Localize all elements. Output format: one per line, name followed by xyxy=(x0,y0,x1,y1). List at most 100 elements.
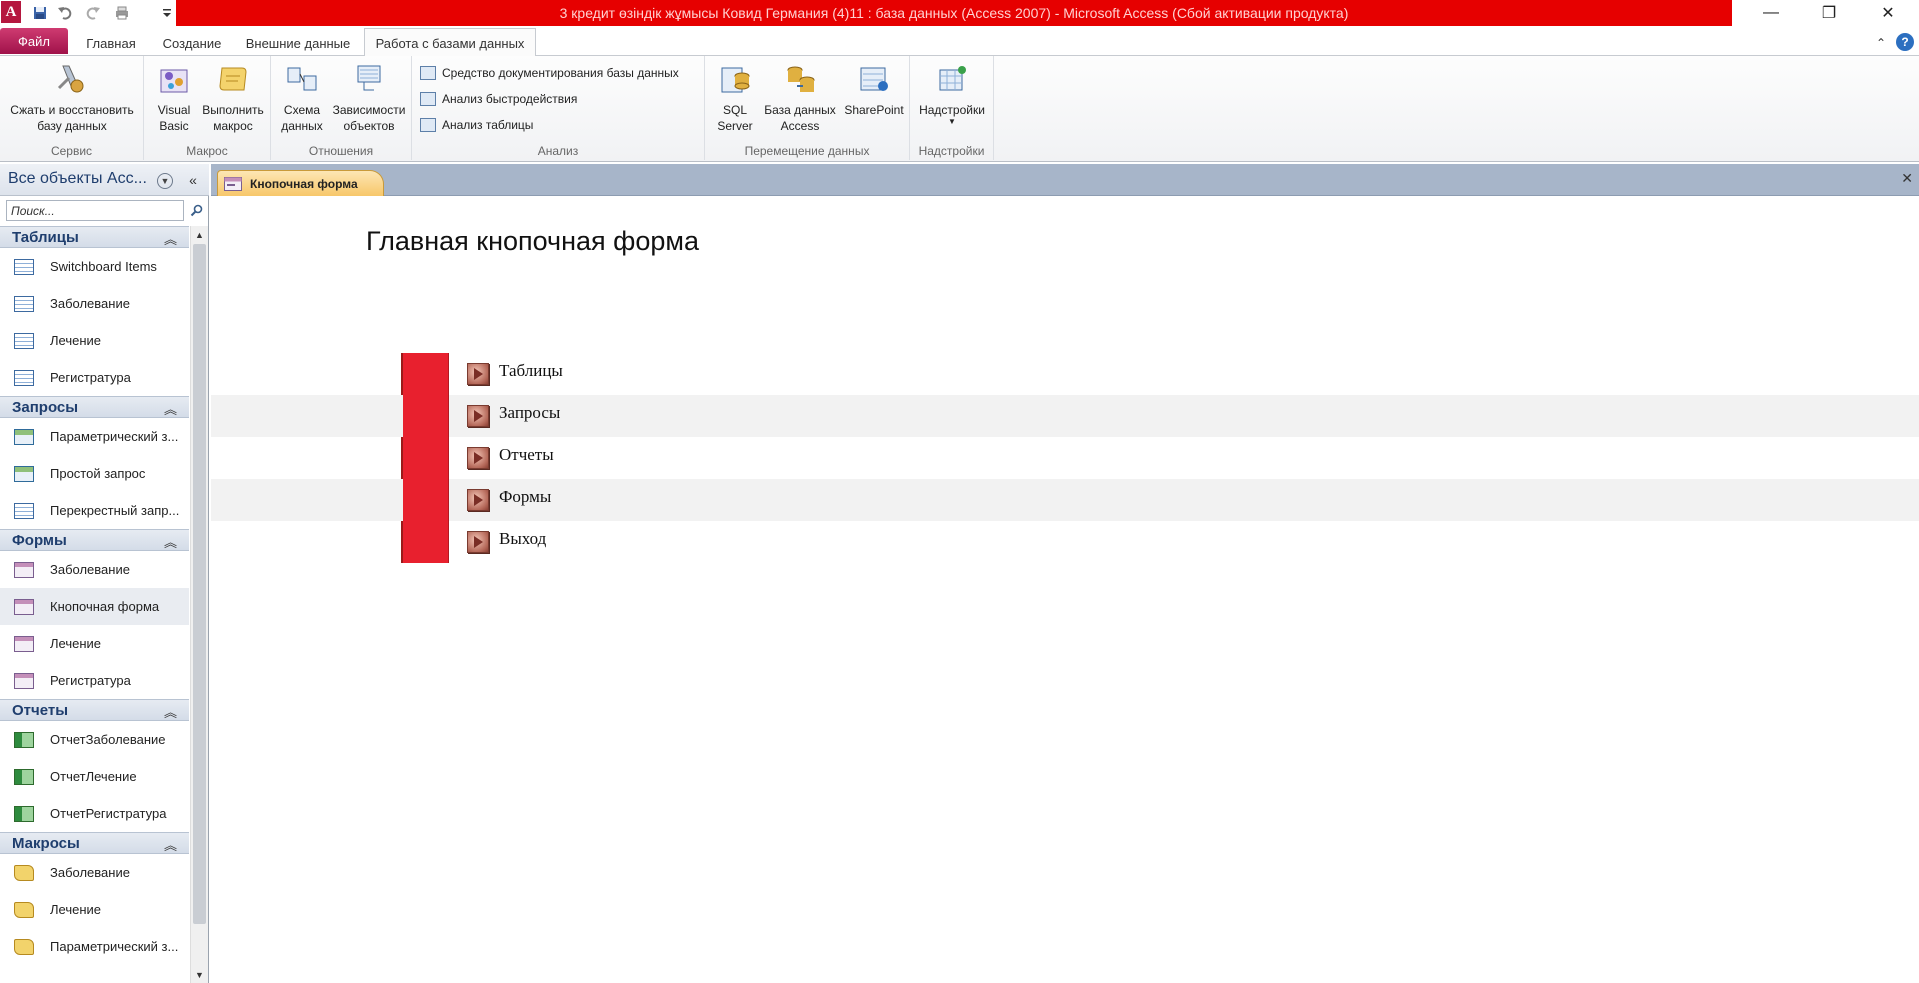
switchboard-button[interactable] xyxy=(467,531,489,553)
access-db-label: База данных Access xyxy=(764,103,836,133)
scroll-thumb[interactable] xyxy=(193,244,206,924)
switchboard-label[interactable]: Формы xyxy=(499,487,551,507)
minimize-ribbon-icon[interactable]: ⌃ xyxy=(1872,30,1890,56)
performance-label: Анализ быстродействия xyxy=(442,92,578,106)
nav-item-label: Простой запрос xyxy=(50,466,146,481)
tab-external-data[interactable]: Внешние данные xyxy=(240,30,356,56)
nav-item-query[interactable]: Простой запрос xyxy=(0,455,189,492)
nav-item-label: ОтчетЛечение xyxy=(50,769,137,784)
save-icon[interactable] xyxy=(30,2,50,24)
print-icon[interactable] xyxy=(110,2,134,24)
nav-item-query[interactable]: Параметрический з... xyxy=(0,418,189,455)
nav-menu-dropdown-icon[interactable]: ▼ xyxy=(157,173,173,189)
switchboard-row: Формы xyxy=(211,479,1919,521)
nav-item-macro[interactable]: Заболевание xyxy=(0,854,189,891)
customize-icon[interactable] xyxy=(160,2,174,24)
access-db-button[interactable]: База данных Access xyxy=(759,62,841,134)
switchboard-row: Запросы xyxy=(211,395,1919,437)
switchboard-label[interactable]: Выход xyxy=(499,529,546,549)
chevron-up-icon[interactable]: ︽ xyxy=(164,399,177,418)
nav-item-report[interactable]: ОтчетЛечение xyxy=(0,758,189,795)
switchboard-label[interactable]: Отчеты xyxy=(499,445,554,465)
chevron-up-icon[interactable]: ︽ xyxy=(164,835,177,854)
nav-item-form[interactable]: Регистратура xyxy=(0,662,189,699)
nav-collapse-icon[interactable]: « xyxy=(184,170,202,190)
access-app-icon[interactable]: A xyxy=(1,1,21,23)
nav-item-report[interactable]: ОтчетЗаболевание xyxy=(0,721,189,758)
nav-group-tables[interactable]: Таблицы ︽ xyxy=(0,226,189,248)
performance-button[interactable]: Анализ быстродействия xyxy=(420,89,577,109)
undo-icon[interactable] xyxy=(52,2,78,24)
nav-scrollbar[interactable]: ▲ ▼ xyxy=(190,226,208,983)
redo-icon[interactable] xyxy=(80,2,106,24)
tab-home[interactable]: Главная xyxy=(76,30,146,56)
nav-item-label: Лечение xyxy=(50,636,102,651)
switchboard-button[interactable] xyxy=(467,447,489,469)
switchboard-label[interactable]: Таблицы xyxy=(499,361,563,381)
close-document-icon[interactable]: ✕ xyxy=(1901,170,1913,187)
dependencies-icon xyxy=(352,62,386,96)
minimize-button[interactable]: — xyxy=(1748,0,1794,26)
nav-group-reports[interactable]: Отчеты ︽ xyxy=(0,699,189,721)
switchboard-button[interactable] xyxy=(467,489,489,511)
tab-file[interactable]: Файл xyxy=(0,28,68,54)
nav-item-label: Регистратура xyxy=(50,673,131,688)
addins-dropdown-icon: ▼ xyxy=(948,117,956,126)
nav-item-macro[interactable]: Параметрический з... xyxy=(0,928,189,965)
crosstab-query-icon xyxy=(14,502,34,519)
group-macro-label: Макрос xyxy=(186,144,228,158)
close-button[interactable]: ✕ xyxy=(1865,0,1911,26)
restore-button[interactable]: ❐ xyxy=(1806,0,1852,26)
scroll-up-icon[interactable]: ▲ xyxy=(191,226,208,243)
switchboard-button[interactable] xyxy=(467,363,489,385)
sql-server-button[interactable]: SQL Server xyxy=(713,62,757,134)
search-icon[interactable] xyxy=(186,200,206,221)
switchboard-row: Выход xyxy=(211,521,1919,563)
group-service: Сжать и восстановить базу данных Сервис xyxy=(0,56,144,160)
nav-group-forms[interactable]: Формы ︽ xyxy=(0,529,189,551)
help-icon[interactable]: ? xyxy=(1896,33,1914,51)
analyze-table-button[interactable]: Анализ таблицы xyxy=(420,115,533,135)
scroll-down-icon[interactable]: ▼ xyxy=(191,966,208,983)
nav-group-queries[interactable]: Запросы ︽ xyxy=(0,396,189,418)
nav-item-query[interactable]: Перекрестный запр... xyxy=(0,492,189,529)
document-tab-strip: Кнопочная форма ✕ xyxy=(211,164,1919,196)
addins-button[interactable]: Надстройки ▼ xyxy=(914,62,990,126)
nav-item-table[interactable]: Заболевание xyxy=(0,285,189,322)
nav-group-forms-label: Формы xyxy=(12,532,67,549)
group-addins-label: Надстройки xyxy=(918,144,985,158)
switchboard-button[interactable] xyxy=(467,405,489,427)
access-window: A 3 кредит өзіндік жұмысы Ковид Германия… xyxy=(0,0,1919,983)
nav-item-form[interactable]: Заболевание xyxy=(0,551,189,588)
nav-item-macro[interactable]: Лечение xyxy=(0,891,189,928)
schema-button[interactable]: Схема данных xyxy=(277,62,327,134)
switchboard-row: Отчеты xyxy=(211,437,1919,479)
nav-search-input[interactable]: Поиск... xyxy=(6,200,184,221)
nav-title[interactable]: Все объекты Acc... xyxy=(8,170,147,188)
sharepoint-button[interactable]: SharePoint xyxy=(841,62,907,118)
document-tab[interactable]: Кнопочная форма xyxy=(217,170,384,196)
chevron-up-icon[interactable]: ︽ xyxy=(164,532,177,551)
nav-item-table[interactable]: Лечение xyxy=(0,322,189,359)
window-title: 3 кредит өзіндік жұмысы Ковид Германия (… xyxy=(559,5,1349,21)
switchboard-label[interactable]: Запросы xyxy=(499,403,560,423)
nav-item-table[interactable]: Регистратура xyxy=(0,359,189,396)
visual-basic-button[interactable]: Visual Basic xyxy=(150,62,198,134)
tab-create[interactable]: Создание xyxy=(154,30,230,56)
nav-object-list: Таблицы ︽ Switchboard Items Заболевание … xyxy=(0,226,189,983)
documenter-button[interactable]: Средство документирования базы данных xyxy=(420,63,679,83)
tab-database-tools[interactable]: Работа с базами данных xyxy=(364,28,536,57)
dependencies-button[interactable]: Зависимости объектов xyxy=(329,62,409,134)
switchboard-red-cell xyxy=(403,437,449,479)
nav-item-label: Кнопочная форма xyxy=(50,599,160,614)
chevron-up-icon[interactable]: ︽ xyxy=(164,702,177,721)
compact-repair-button[interactable]: Сжать и восстановить базу данных xyxy=(4,62,140,134)
run-macro-button[interactable]: Выполнить макрос xyxy=(200,62,266,134)
chevron-up-icon[interactable]: ︽ xyxy=(164,229,177,248)
nav-item-report[interactable]: ОтчетРегистратура xyxy=(0,795,189,832)
nav-item-form-selected[interactable]: Кнопочная форма xyxy=(0,588,189,625)
nav-item-table[interactable]: Switchboard Items xyxy=(0,248,189,285)
nav-group-macros[interactable]: Макросы ︽ xyxy=(0,832,189,854)
nav-item-form[interactable]: Лечение xyxy=(0,625,189,662)
report-icon xyxy=(14,805,34,822)
